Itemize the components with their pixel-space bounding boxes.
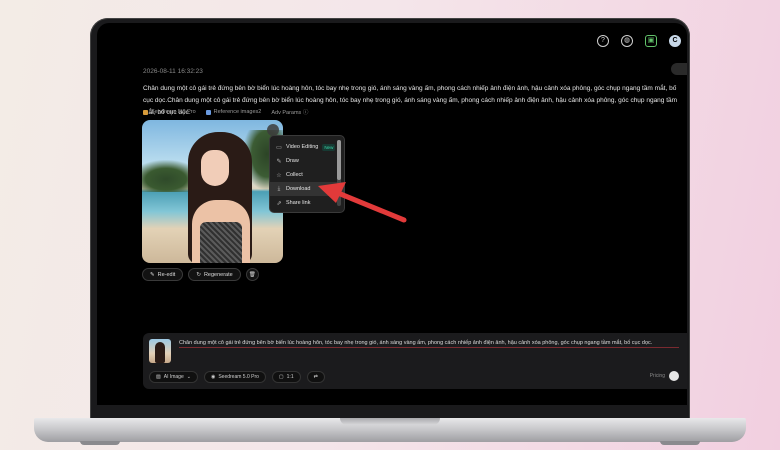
gift-icon[interactable]: ▣ [645,35,657,47]
image-face [201,150,229,186]
top-toolbar: ? ◍ ▣ C [597,35,681,47]
trash-icon: 🗑 [248,271,256,278]
regenerate-button[interactable]: ↻ Regenerate [188,268,241,281]
image-mode-icon: ▨ [156,374,161,380]
composer-model-label: Seedream 5.0 Pro [218,374,259,380]
share-icon: ⇗ [276,200,282,207]
composer-input[interactable]: Chân dung một cô gái trẻ đứng bên bờ biể… [179,340,679,348]
swap-button[interactable]: ⇄ [306,371,325,383]
model-chip[interactable]: Seedream 5.0 Pro [143,109,196,115]
model-select-icon: ◉ [210,374,216,380]
composer-reference-thumbnail[interactable] [149,339,171,363]
menu-scrollbar[interactable] [337,140,341,206]
menu-draw-label: Draw [286,158,299,164]
generation-timestamp: 2026-08-11 16:32:23 [143,68,203,75]
menu-item-video-editing[interactable]: ▭ Video Editing New [270,140,344,154]
generated-image[interactable] [142,120,283,263]
generation-meta: Seedream 5.0 Pro Reference images2 Adv P… [143,108,308,116]
image-actions: ✎ Re-edit ↻ Regenerate 🗑 [142,268,259,281]
menu-collect-label: Collect [286,172,303,178]
send-button[interactable] [669,371,679,381]
star-icon: ☆ [276,172,282,179]
help-icon[interactable]: ? [597,35,609,47]
params-chip[interactable]: Adv Params ⓘ [271,108,308,116]
globe-icon[interactable]: ◍ [621,35,633,47]
mode-select[interactable]: ▨ AI Image ⌄ [149,371,198,383]
menu-item-download[interactable]: ⤓ Download [270,182,344,196]
chevron-down-icon: ⌄ [186,374,191,380]
regenerate-label: Regenerate [203,271,233,278]
reference-chip[interactable]: Reference images2 [205,109,262,115]
download-icon: ⤓ [277,185,281,192]
pen-icon: ✎ [276,158,282,165]
reedit-button[interactable]: ✎ Re-edit [142,268,184,281]
menu-share-label: Share link [286,200,311,206]
menu-video-label: Video Editing [286,144,319,150]
avatar-icon[interactable]: C [669,35,681,47]
menu-item-draw[interactable]: ✎ Draw [270,154,344,168]
model-icon [143,109,148,115]
reedit-label: Re-edit [157,271,176,278]
composer-right: Pricing [650,371,679,381]
swap-icon: ⇄ [313,374,318,380]
menu-download-label: Download [286,186,311,192]
image-top [200,222,242,263]
prompt-composer: Chân dung một cô gái trẻ đứng bên bờ biể… [143,333,687,389]
ratio-label: 1:1 [286,374,294,380]
reference-chip-label: Reference images2 [213,109,262,115]
pricing-label[interactable]: Pricing [650,373,665,379]
laptop-notch [340,418,440,425]
video-icon: ▭ [276,144,282,151]
app-screen: ? ◍ ▣ C 2026-08-11 16:32:23 Chân dung mộ… [97,23,687,405]
ratio-select[interactable]: ▢ 1:1 [271,371,301,383]
laptop-foot-left [80,441,120,445]
ratio-icon: ▢ [278,374,284,380]
image-icon [205,109,211,115]
refresh-icon: ↻ [196,271,201,278]
model-select[interactable]: ◉ Seedream 5.0 Pro [203,371,266,383]
delete-button[interactable]: 🗑 [245,268,259,281]
laptop-foot-right [660,441,700,445]
menu-item-share-link[interactable]: ⇗ Share link [270,196,344,210]
menu-item-collect[interactable]: ☆ Collect [270,168,344,182]
new-badge: New [322,143,336,151]
mode-label: AI Image [163,374,184,380]
edit-icon: ✎ [150,271,155,278]
params-chip-label: Adv Params ⓘ [271,110,309,116]
side-zoom-pill[interactable] [671,63,687,75]
composer-toolbar: ▨ AI Image ⌄ ◉ Seedream 5.0 Pro ▢ 1:1 ⇄ [149,371,325,383]
context-menu: ▭ Video Editing New ✎ Draw ☆ Collect ⤓ D… [269,135,345,213]
model-chip-label: Seedream 5.0 Pro [151,109,196,115]
